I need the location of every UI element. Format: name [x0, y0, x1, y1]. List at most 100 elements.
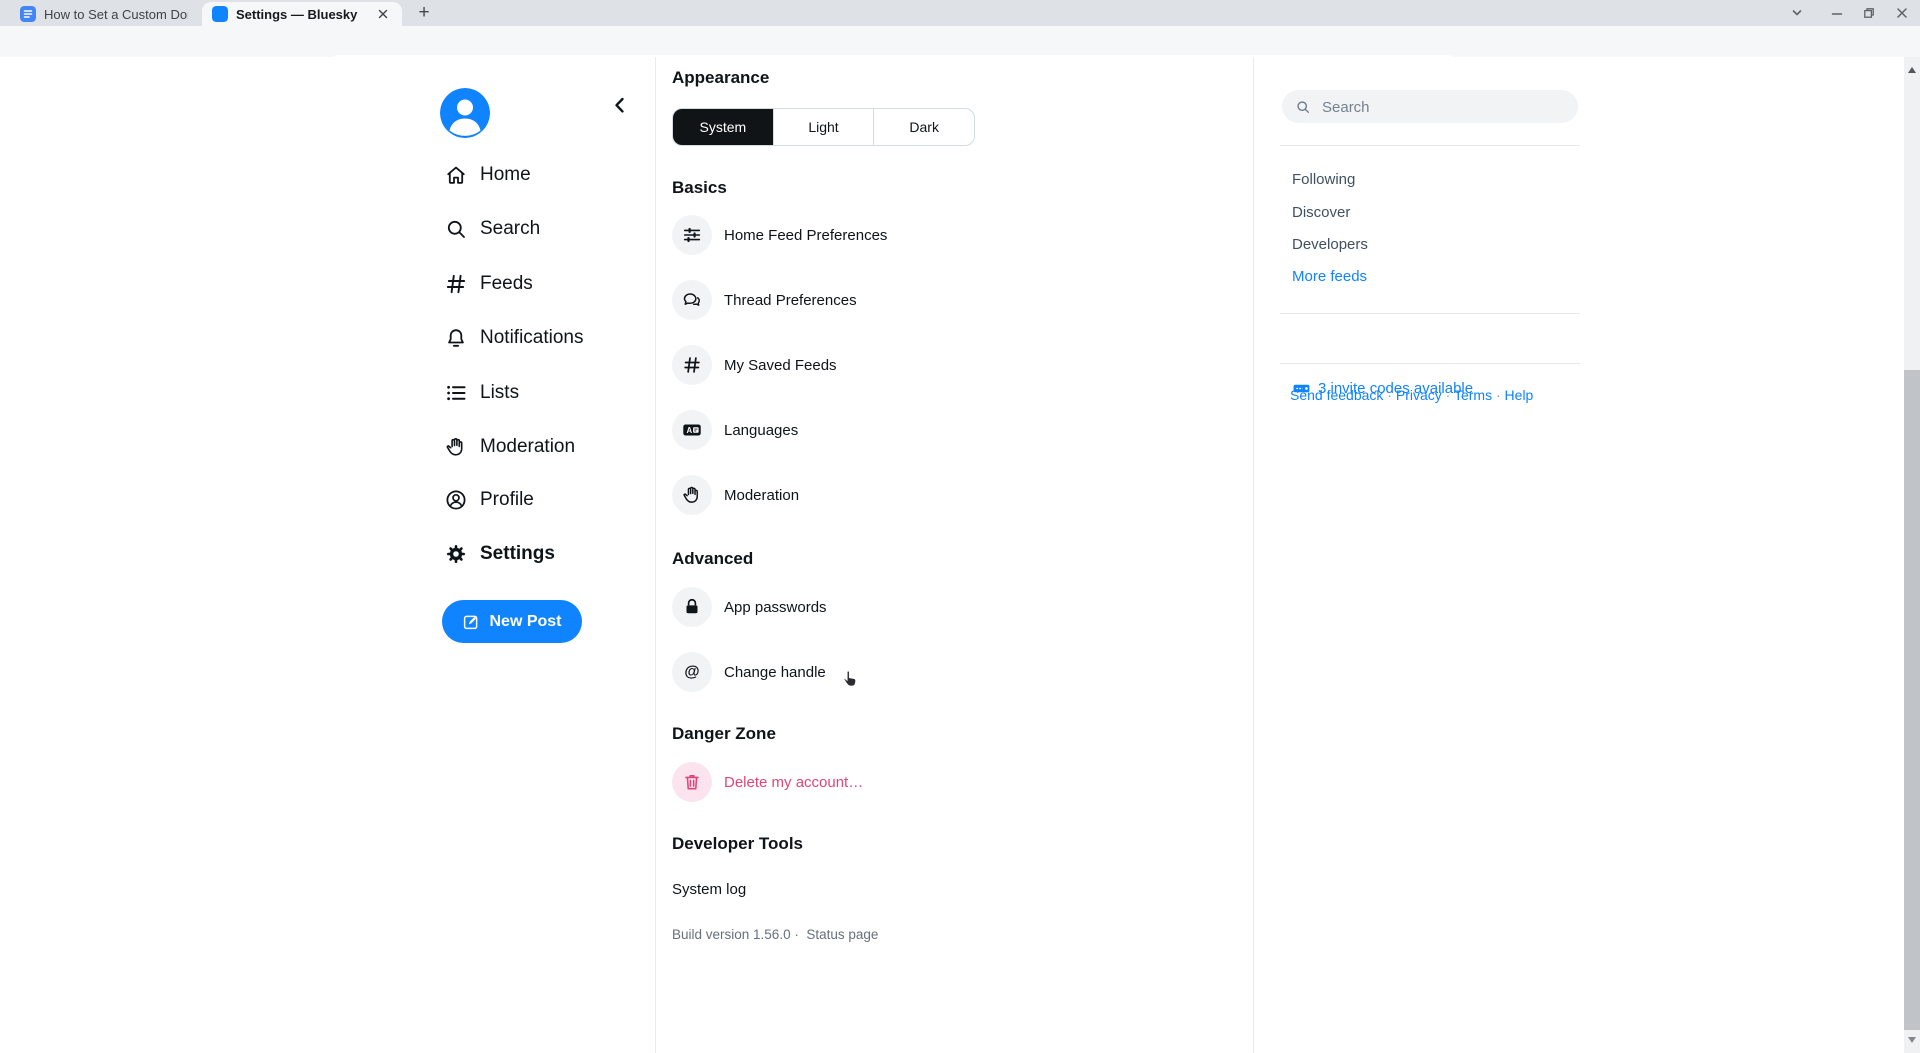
- system-log-link[interactable]: System log: [672, 881, 746, 898]
- bell-icon: [444, 326, 468, 350]
- chat-bubbles-icon: [672, 280, 712, 320]
- row-label: App passwords: [724, 599, 827, 616]
- tab-title: Settings — Bluesky: [236, 7, 368, 22]
- build-info: Build version 1.56.0 · Status page: [672, 927, 878, 942]
- divider: [655, 57, 656, 1053]
- restore-window-icon[interactable]: [1857, 1, 1881, 25]
- sidebar-item-label: Settings: [480, 543, 555, 565]
- invite-codes-label: 3 invite codes available: [1318, 380, 1473, 397]
- danger-zone-heading: Danger Zone: [672, 724, 776, 744]
- svg-text:@: @: [684, 663, 699, 680]
- tab-title: How to Set a Custom Domain: [44, 7, 188, 22]
- svg-text:A: A: [687, 426, 693, 435]
- moderation-row[interactable]: Moderation: [672, 475, 799, 515]
- theme-option-light[interactable]: Light: [774, 109, 875, 145]
- sidebar-item-settings[interactable]: Settings: [444, 540, 555, 568]
- trash-icon: [672, 762, 712, 802]
- sidebar-item-feeds[interactable]: Feeds: [444, 270, 533, 298]
- divider: [1280, 313, 1580, 314]
- docs-favicon-icon: [20, 6, 36, 22]
- sidebar-item-label: Feeds: [480, 273, 533, 295]
- languages-row[interactable]: A Languages: [672, 410, 798, 450]
- sidebar-item-lists[interactable]: Lists: [444, 379, 519, 407]
- sidebar-item-notifications[interactable]: Notifications: [444, 324, 584, 352]
- at-icon: @: [672, 652, 712, 692]
- help-link[interactable]: Help: [1505, 387, 1534, 403]
- row-label: Moderation: [724, 487, 799, 504]
- sidebar-item-label: Moderation: [480, 436, 575, 458]
- search-icon: [1295, 99, 1311, 115]
- developer-tools-heading: Developer Tools: [672, 834, 803, 854]
- scrollbar-thumb[interactable]: [1904, 370, 1920, 1030]
- sidebar-item-profile[interactable]: Profile: [444, 486, 534, 514]
- scroll-down-arrow[interactable]: [1908, 1037, 1916, 1043]
- row-label: Change handle: [724, 664, 826, 681]
- hand-icon: [672, 475, 712, 515]
- theme-option-dark[interactable]: Dark: [874, 109, 974, 145]
- build-version: Build version 1.56.0: [672, 927, 791, 942]
- row-label: My Saved Feeds: [724, 357, 837, 374]
- divider: [1253, 57, 1254, 1053]
- chevron-left-icon: [608, 93, 632, 117]
- gear-icon: [444, 542, 468, 566]
- home-icon: [444, 163, 468, 187]
- appearance-heading: Appearance: [672, 68, 769, 88]
- invite-codes-link[interactable]: 3 invite codes available: [1292, 379, 1473, 398]
- theme-segmented-control: System Light Dark: [672, 108, 975, 146]
- bluesky-favicon-icon: [212, 6, 228, 22]
- ticket-icon: [1292, 379, 1311, 398]
- browser-tab-bar: How to Set a Custom Domain Settings — Bl…: [0, 0, 1920, 26]
- mouse-cursor-icon: [838, 668, 862, 692]
- screen: { "browser": { "tabs": [ {"title": "How …: [0, 0, 1920, 1053]
- separator: ·: [1496, 387, 1501, 403]
- sidebar-item-moderation[interactable]: Moderation: [444, 433, 575, 461]
- feed-link-discover[interactable]: Discover: [1292, 204, 1350, 221]
- app-passwords-row[interactable]: App passwords: [672, 587, 827, 627]
- tab-settings-bluesky[interactable]: Settings — Bluesky: [202, 2, 402, 26]
- search-icon: [444, 217, 468, 241]
- scroll-up-arrow[interactable]: [1908, 67, 1916, 73]
- close-window-icon[interactable]: [1890, 1, 1914, 25]
- sidebar-item-label: Profile: [480, 489, 534, 511]
- divider: [1280, 145, 1580, 146]
- new-tab-button[interactable]: +: [412, 1, 436, 25]
- status-page-link[interactable]: Status page: [806, 927, 878, 942]
- close-tab-icon[interactable]: [376, 7, 390, 21]
- tab-custom-domain[interactable]: How to Set a Custom Domain: [10, 2, 198, 26]
- browser-toolbar: bsky.app/settings a 9 G W x: [0, 26, 1920, 58]
- sidebar-item-search[interactable]: Search: [444, 215, 540, 243]
- avatar[interactable]: [440, 88, 490, 138]
- minimize-window-icon[interactable]: [1825, 1, 1849, 25]
- more-feeds-link[interactable]: More feeds: [1292, 268, 1367, 285]
- delete-account-row[interactable]: Delete my account…: [672, 762, 863, 802]
- sidebar-item-label: Home: [480, 164, 531, 186]
- row-label: Delete my account…: [724, 774, 863, 791]
- hash-icon: [444, 272, 468, 296]
- sidebar-item-home[interactable]: Home: [444, 161, 531, 189]
- feed-link-following[interactable]: Following: [1292, 171, 1355, 188]
- compose-icon: [462, 613, 480, 631]
- row-label: Thread Preferences: [724, 292, 857, 309]
- hand-icon: [444, 435, 468, 459]
- tab-search-chevron-icon[interactable]: [1785, 1, 1809, 25]
- theme-option-system[interactable]: System: [673, 109, 774, 145]
- new-post-button[interactable]: New Post: [442, 600, 582, 643]
- new-post-label: New Post: [489, 613, 561, 631]
- sliders-icon: [672, 215, 712, 255]
- sidebar-item-label: Lists: [480, 382, 519, 404]
- change-handle-row[interactable]: @ Change handle: [672, 652, 826, 692]
- hash-icon: [672, 345, 712, 385]
- search-input[interactable]: [1320, 90, 1569, 125]
- my-saved-feeds-row[interactable]: My Saved Feeds: [672, 345, 837, 385]
- advanced-heading: Advanced: [672, 549, 753, 569]
- search-box[interactable]: [1282, 90, 1578, 123]
- sidebar-item-label: Notifications: [480, 327, 584, 349]
- lock-icon: [672, 587, 712, 627]
- person-circle-icon: [444, 488, 468, 512]
- thread-preferences-row[interactable]: Thread Preferences: [672, 280, 857, 320]
- collapse-nav-button[interactable]: [608, 93, 632, 117]
- translate-icon: A: [672, 410, 712, 450]
- home-feed-preferences-row[interactable]: Home Feed Preferences: [672, 215, 887, 255]
- basics-heading: Basics: [672, 178, 727, 198]
- feed-link-developers[interactable]: Developers: [1292, 236, 1368, 253]
